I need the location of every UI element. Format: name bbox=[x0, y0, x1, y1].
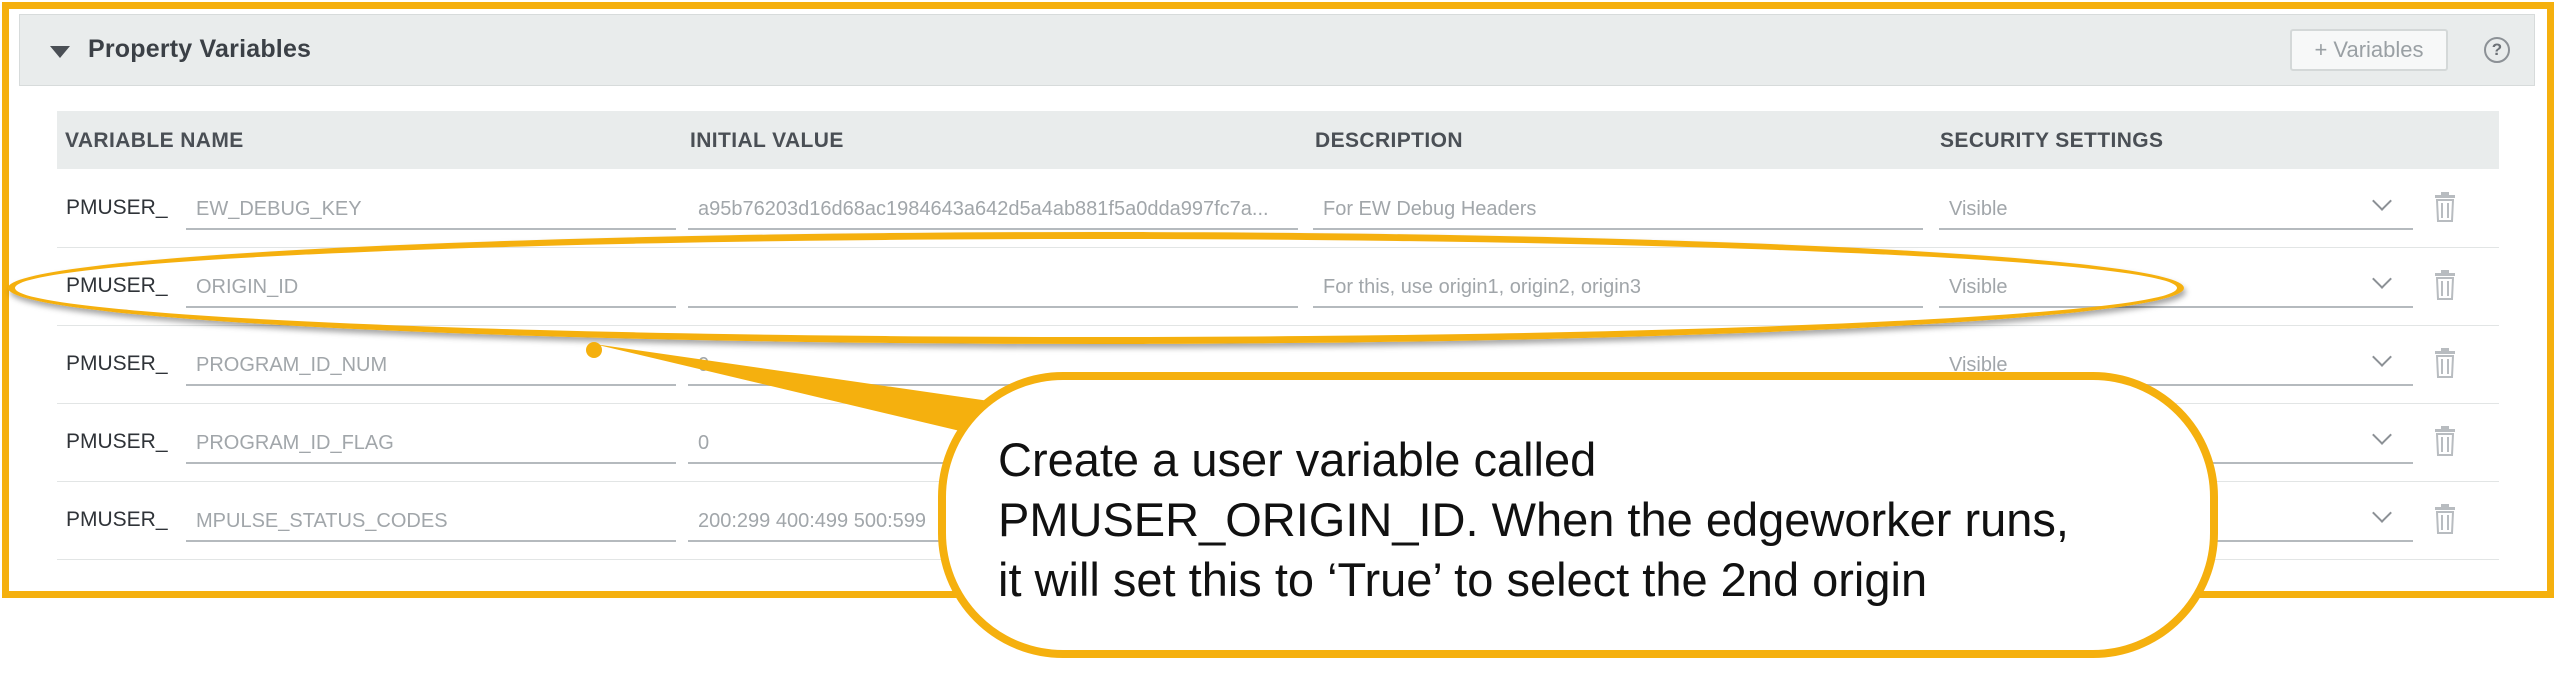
annotation-callout: Create a user variable called PMUSER_ORI… bbox=[938, 372, 2218, 658]
callout-line-3: it will set this to ‘True’ to select the… bbox=[998, 553, 1928, 606]
callout-line-1: Create a user variable called bbox=[998, 433, 1597, 486]
callout-line-2: PMUSER_ORIGIN_ID. When the edgeworker ru… bbox=[998, 493, 2069, 546]
